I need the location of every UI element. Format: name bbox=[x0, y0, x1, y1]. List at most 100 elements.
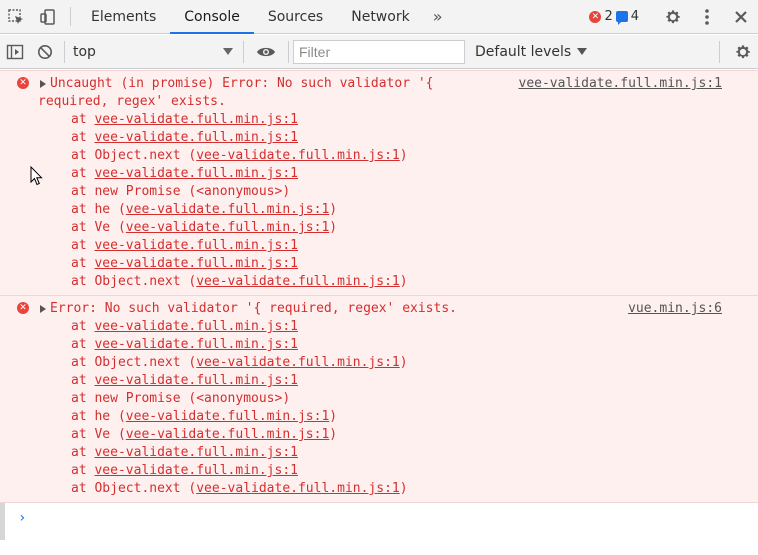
settings-button[interactable] bbox=[656, 0, 690, 34]
sidebar-toggle-icon bbox=[6, 44, 24, 59]
stack-source-link[interactable]: vee-validate.full.min.js:1 bbox=[196, 481, 400, 496]
stack-source-link[interactable]: vee-validate.full.min.js:1 bbox=[126, 220, 330, 235]
stack-source-link[interactable]: vee-validate.full.min.js:1 bbox=[94, 319, 298, 334]
stack-source-link[interactable]: vee-validate.full.min.js:1 bbox=[196, 148, 400, 163]
stack-function: new Promise (<anonymous>) bbox=[94, 184, 291, 199]
tabbar-separator bbox=[70, 7, 71, 26]
stack-frame: at vee-validate.full.min.js:1 bbox=[0, 318, 758, 336]
stack-frame: at Object.next (vee-validate.full.min.js… bbox=[0, 354, 758, 372]
tab-sources[interactable]: Sources bbox=[254, 0, 337, 33]
stack-source-link[interactable]: vee-validate.full.min.js:1 bbox=[126, 427, 330, 442]
stack-frame: at vee-validate.full.min.js:1 bbox=[0, 255, 758, 273]
stack-frame: at vee-validate.full.min.js:1 bbox=[0, 444, 758, 462]
more-tabs-button[interactable]: » bbox=[424, 0, 452, 33]
error-icon: ✕ bbox=[17, 77, 29, 89]
filter-input[interactable] bbox=[293, 39, 465, 64]
stack-at: at bbox=[71, 274, 95, 289]
tab-elements[interactable]: Elements bbox=[77, 0, 170, 33]
stack-frame: at Ve (vee-validate.full.min.js:1) bbox=[0, 219, 758, 237]
stack-source-link[interactable]: vee-validate.full.min.js:1 bbox=[94, 445, 298, 460]
error-text-continued: required, regex' exists. bbox=[38, 94, 226, 109]
expand-triangle-icon[interactable] bbox=[40, 305, 46, 313]
expand-triangle-icon[interactable] bbox=[40, 80, 46, 88]
stack-frame: at vee-validate.full.min.js:1 bbox=[0, 237, 758, 255]
stack-at: at bbox=[71, 427, 95, 442]
more-options-button[interactable] bbox=[690, 0, 724, 34]
live-expression-button[interactable] bbox=[248, 35, 284, 69]
device-icon bbox=[40, 8, 55, 25]
stack-function: Object.next ( bbox=[94, 355, 197, 370]
stack-paren: ) bbox=[399, 355, 408, 370]
tab-label: Console bbox=[184, 8, 240, 25]
stack-function: Ve ( bbox=[94, 220, 126, 235]
stack-frame: at Object.next (vee-validate.full.min.js… bbox=[0, 480, 758, 498]
eye-icon bbox=[257, 47, 275, 56]
stack-source-link[interactable]: vee-validate.full.min.js:1 bbox=[196, 355, 400, 370]
stack-source-link[interactable]: vee-validate.full.min.js:1 bbox=[126, 202, 330, 217]
tab-network[interactable]: Network bbox=[337, 0, 423, 33]
stack-source-link[interactable]: vee-validate.full.min.js:1 bbox=[94, 256, 298, 271]
stack-at: at bbox=[71, 202, 95, 217]
stack-function: Object.next ( bbox=[94, 481, 197, 496]
kebab-menu-icon bbox=[705, 8, 709, 25]
show-sidebar-button[interactable] bbox=[0, 35, 30, 69]
console-output: ✕ vee-validate.full.min.js:1 Uncaught (i… bbox=[0, 70, 758, 555]
stack-frame: at vee-validate.full.min.js:1 bbox=[0, 111, 758, 129]
stack-source-link[interactable]: vee-validate.full.min.js:1 bbox=[94, 130, 298, 145]
stack-frame: at vee-validate.full.min.js:1 bbox=[0, 336, 758, 354]
stack-at: at bbox=[71, 166, 95, 181]
tab-console[interactable]: Console bbox=[170, 0, 254, 34]
stack-frame: at Object.next (vee-validate.full.min.js… bbox=[0, 273, 758, 291]
inspect-element-button[interactable] bbox=[0, 0, 32, 33]
stack-paren: ) bbox=[329, 427, 338, 442]
stack-at: at bbox=[71, 481, 95, 496]
block-icon bbox=[38, 44, 52, 59]
close-devtools-button[interactable] bbox=[724, 0, 758, 34]
log-levels-dropdown[interactable]: Default levels bbox=[475, 44, 588, 60]
error-count: 2 bbox=[604, 9, 613, 24]
stack-at: at bbox=[71, 409, 95, 424]
console-prompt[interactable]: › bbox=[0, 503, 758, 533]
stack-source-link[interactable]: vee-validate.full.min.js:1 bbox=[94, 337, 298, 352]
tab-label: Elements bbox=[91, 8, 157, 25]
console-settings-button[interactable] bbox=[728, 35, 758, 69]
context-selector[interactable]: top bbox=[69, 40, 239, 64]
message-count: 4 bbox=[630, 9, 639, 24]
close-icon bbox=[735, 10, 747, 23]
stack-frame: at he (vee-validate.full.min.js:1) bbox=[0, 201, 758, 219]
stack-source-link[interactable]: vee-validate.full.min.js:1 bbox=[94, 463, 298, 478]
stack-at: at bbox=[71, 238, 95, 253]
clear-console-button[interactable] bbox=[30, 35, 60, 69]
toolbar-separator bbox=[288, 40, 289, 63]
toolbar-separator bbox=[64, 40, 65, 63]
source-link[interactable]: vue.min.js:6 bbox=[628, 300, 722, 318]
inspect-cursor-icon bbox=[8, 8, 23, 24]
stack-at: at bbox=[71, 112, 95, 127]
stack-function: Object.next ( bbox=[94, 148, 197, 163]
mouse-cursor-icon bbox=[30, 166, 43, 186]
stack-at: at bbox=[71, 184, 95, 199]
stack-paren: ) bbox=[399, 274, 408, 289]
gear-icon bbox=[736, 44, 750, 58]
stack-frame: at vee-validate.full.min.js:1 bbox=[0, 372, 758, 390]
stack-source-link[interactable]: vee-validate.full.min.js:1 bbox=[126, 409, 330, 424]
stack-source-link[interactable]: vee-validate.full.min.js:1 bbox=[196, 274, 400, 289]
stack-at: at bbox=[71, 148, 95, 163]
stack-paren: ) bbox=[329, 202, 338, 217]
stack-source-link[interactable]: vee-validate.full.min.js:1 bbox=[94, 166, 298, 181]
source-link[interactable]: vee-validate.full.min.js:1 bbox=[519, 75, 723, 93]
stack-paren: ) bbox=[399, 148, 408, 163]
toolbar-separator bbox=[719, 40, 720, 63]
console-toolbar: top Default levels bbox=[0, 35, 758, 69]
stack-source-link[interactable]: vee-validate.full.min.js:1 bbox=[94, 238, 298, 253]
stack-frame: at Ve (vee-validate.full.min.js:1) bbox=[0, 426, 758, 444]
stack-function: Object.next ( bbox=[94, 274, 197, 289]
stack-function: he ( bbox=[94, 409, 126, 424]
devtools-tabbar: Elements Console Sources Network » ✕ 2 4 bbox=[0, 0, 758, 34]
stack-source-link[interactable]: vee-validate.full.min.js:1 bbox=[94, 373, 298, 388]
device-toolbar-button[interactable] bbox=[32, 0, 64, 33]
error-counter[interactable]: ✕ 2 4 bbox=[589, 9, 639, 25]
stack-at: at bbox=[71, 355, 95, 370]
stack-source-link[interactable]: vee-validate.full.min.js:1 bbox=[94, 112, 298, 127]
stack-function: he ( bbox=[94, 202, 126, 217]
